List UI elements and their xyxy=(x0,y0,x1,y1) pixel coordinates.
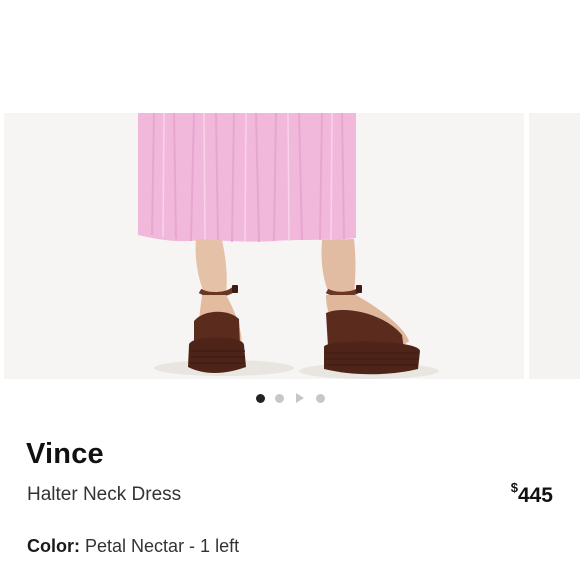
carousel-dot-1[interactable] xyxy=(255,393,265,403)
product-photo[interactable] xyxy=(4,113,524,379)
carousel-dot-2[interactable] xyxy=(274,393,284,403)
color-info: Color: Petal Nectar - 1 left xyxy=(27,536,239,557)
listing-page: Vince Halter Neck Dress $445 Color: Peta… xyxy=(0,0,580,580)
carousel-dot-4[interactable] xyxy=(315,393,325,403)
price-currency: $ xyxy=(510,480,518,495)
next-product-photo-peek[interactable] xyxy=(529,113,580,379)
video-play-icon[interactable] xyxy=(295,393,304,403)
color-value: Petal Nectar - 1 left xyxy=(85,536,240,556)
carousel-indicators xyxy=(0,390,580,406)
product-image-carousel[interactable] xyxy=(0,113,580,379)
price-amount: 445 xyxy=(517,484,553,507)
color-label: Color: xyxy=(27,536,80,556)
listing-title: Halter Neck Dress xyxy=(27,484,182,505)
dress-sandals-photo xyxy=(4,113,524,379)
brand-name[interactable]: Vince xyxy=(26,438,104,471)
listing-price: $445 xyxy=(510,480,553,508)
